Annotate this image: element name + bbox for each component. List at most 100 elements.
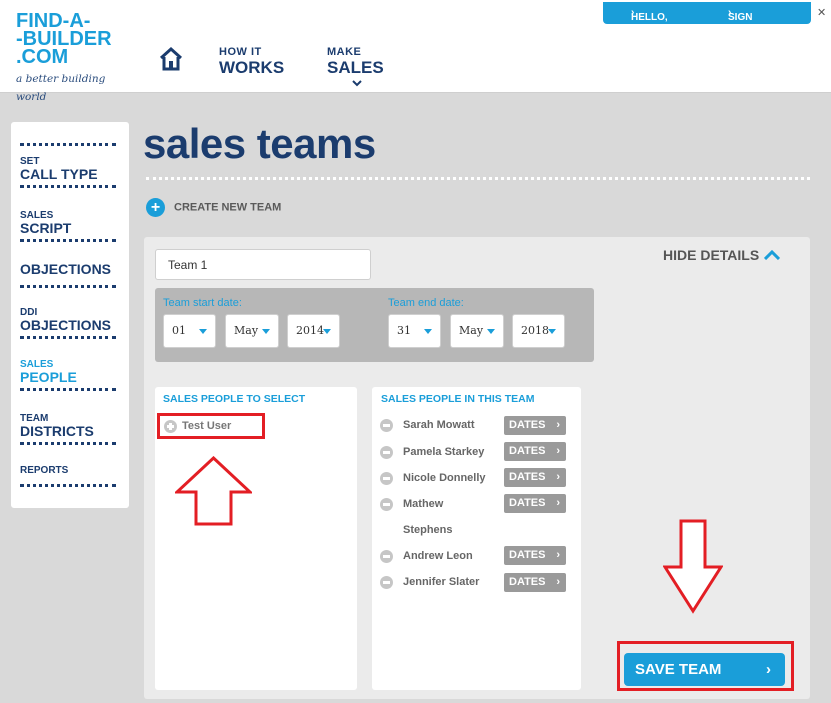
dates-label: DATES [509, 497, 546, 509]
sidebar-item-sales-people[interactable]: SALES PEOPLE [20, 359, 77, 384]
dropdown-arrow-icon [262, 329, 270, 334]
remove-member-icon[interactable] [380, 472, 393, 485]
available-person-name: Test User [182, 420, 232, 432]
end-year-value: 2018 [521, 324, 549, 337]
team-member-name: Nicole Donnelly [403, 472, 486, 484]
create-team-label: CREATE NEW TEAM [174, 201, 282, 214]
end-month-value: May [459, 324, 484, 337]
user-greeting-link[interactable]: HELLO, TEST › [631, 7, 668, 34]
team-people-title: SALES PEOPLE IN THIS TEAM [381, 393, 535, 405]
logo-tagline: a better building world [16, 73, 106, 103]
dates-label: DATES [509, 471, 546, 483]
sidebar-item-objections[interactable]: OBJECTIONS [20, 262, 111, 276]
sidebar-item-ddi-objections[interactable]: DDI OBJECTIONS [20, 307, 111, 332]
hide-details-button[interactable]: HIDE DETAILS [663, 247, 780, 263]
member-dates-button[interactable]: DATES › [504, 416, 566, 435]
dates-label: DATES [509, 549, 546, 561]
site-logo[interactable]: FIND-A- -BUILDER .COM a better building … [16, 11, 136, 106]
sidebar-item-label: OBJECTIONS [20, 261, 112, 277]
nav-sales-small: MAKE [327, 46, 362, 58]
dropdown-arrow-icon [487, 329, 495, 334]
remove-member-icon[interactable] [380, 419, 393, 432]
sidebar-item-label: OBJECTIONS [20, 317, 112, 333]
add-person-icon[interactable] [164, 420, 177, 433]
dates-label: DATES [509, 419, 546, 431]
user-bar: HELLO, TEST › SIGN OUT › [603, 2, 811, 34]
arrow-down-annotation-icon [663, 519, 723, 614]
remove-member-icon[interactable] [380, 498, 393, 511]
plus-circle-icon: + [146, 198, 165, 217]
end-year-select[interactable]: 2018 [512, 314, 565, 348]
start-month-select[interactable]: May [225, 314, 279, 348]
dropdown-arrow-icon [199, 329, 207, 334]
dropdown-arrow-icon [548, 329, 556, 334]
start-day-value: 01 [172, 324, 186, 337]
close-icon[interactable]: ✕ [817, 6, 826, 19]
sidebar-item-label: SCRIPT [20, 220, 72, 236]
nav-make-sales[interactable]: MAKE SALES [327, 46, 384, 77]
end-day-select[interactable]: 31 [388, 314, 441, 348]
member-dates-button[interactable]: DATES › [504, 442, 566, 461]
sidebar: SET CALL TYPE SALES SCRIPT OBJECTIONS DD… [11, 122, 129, 508]
start-year-select[interactable]: 2014 [287, 314, 340, 348]
save-team-label: SAVE TEAM [635, 661, 722, 678]
arrow-up-annotation-icon [175, 456, 252, 526]
start-year-value: 2014 [296, 324, 324, 337]
sidebar-item-call-type[interactable]: SET CALL TYPE [20, 156, 98, 181]
dropdown-arrow-icon [323, 329, 331, 334]
nav-how-small: HOW IT [219, 46, 262, 58]
team-member-name: Mathew [403, 498, 444, 510]
save-team-button[interactable]: SAVE TEAM › [624, 653, 785, 686]
sidebar-item-reports[interactable]: REPORTS [20, 465, 68, 476]
team-name-input[interactable] [155, 249, 371, 280]
sidebar-item-team-districts[interactable]: TEAM DISTRICTS [20, 413, 94, 438]
remove-member-icon[interactable] [380, 550, 393, 563]
nav-sales-big: SALES [327, 58, 384, 77]
start-day-select[interactable]: 01 [163, 314, 216, 348]
hide-details-label: HIDE DETAILS [663, 247, 760, 263]
sign-out-link[interactable]: SIGN OUT › [728, 7, 752, 34]
member-dates-button[interactable]: DATES › [504, 494, 566, 513]
chevron-up-icon [764, 250, 780, 260]
chevron-right-icon: › [556, 471, 560, 483]
title-divider [146, 177, 810, 180]
chevron-right-icon: › [556, 576, 560, 588]
chevron-right-icon: › [556, 419, 560, 431]
sidebar-divider [20, 185, 116, 188]
sidebar-divider [20, 336, 116, 339]
dropdown-arrow-icon [424, 329, 432, 334]
nav-how-big: WORKS [219, 58, 285, 77]
create-team-button[interactable]: + CREATE NEW TEAM [146, 198, 281, 217]
chevron-right-icon: › [556, 549, 560, 561]
member-dates-button[interactable]: DATES › [504, 468, 566, 487]
sidebar-divider [20, 143, 116, 146]
nav-how-it-works[interactable]: HOW IT WORKS [219, 46, 284, 77]
sidebar-divider [20, 285, 116, 288]
dates-label: DATES [509, 445, 546, 457]
remove-member-icon[interactable] [380, 576, 393, 589]
top-header: FIND-A- -BUILDER .COM a better building … [0, 0, 831, 103]
sidebar-divider [20, 239, 116, 242]
sidebar-item-label: DISTRICTS [20, 423, 94, 439]
team-member-name: Pamela Starkey [403, 446, 485, 458]
chevron-right-icon: › [766, 661, 771, 678]
sidebar-divider [20, 484, 116, 487]
member-dates-button[interactable]: DATES › [504, 546, 566, 565]
chevron-right-icon: › [556, 497, 560, 509]
chevron-down-icon[interactable] [352, 80, 362, 88]
sidebar-item-label: REPORTS [20, 465, 69, 476]
member-dates-button[interactable]: DATES › [504, 573, 566, 592]
sidebar-item-sales-script[interactable]: SALES SCRIPT [20, 210, 71, 235]
remove-member-icon[interactable] [380, 446, 393, 459]
select-people-title: SALES PEOPLE TO SELECT [163, 393, 306, 405]
end-month-select[interactable]: May [450, 314, 504, 348]
sidebar-divider [20, 442, 116, 445]
team-member-name: Sarah Mowatt [403, 419, 475, 431]
available-person-item[interactable]: Test User [157, 413, 265, 439]
dates-label: DATES [509, 576, 546, 588]
start-date-label: Team start date: [163, 297, 242, 309]
home-icon[interactable] [158, 46, 184, 72]
end-day-value: 31 [397, 324, 411, 337]
sidebar-item-label: CALL TYPE [20, 166, 98, 182]
logo-line-3: .COM [16, 46, 69, 68]
